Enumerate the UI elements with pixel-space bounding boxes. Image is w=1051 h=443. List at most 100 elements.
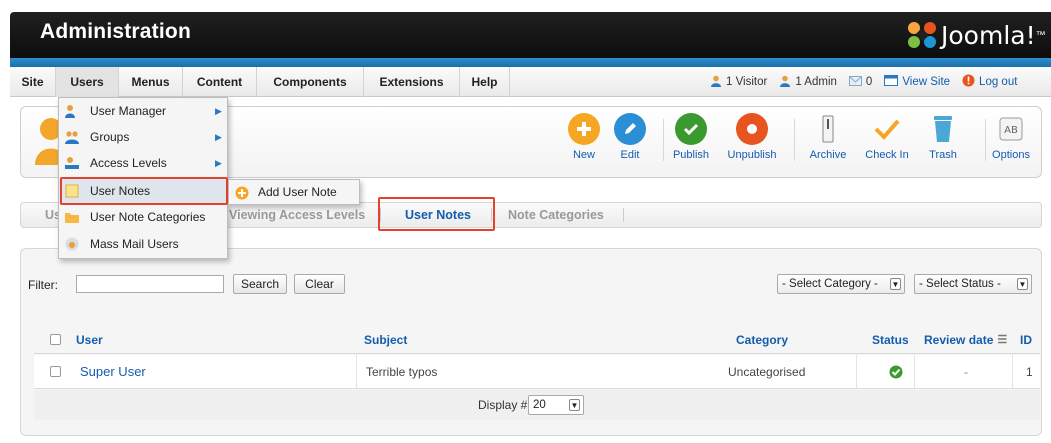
groups-icon	[65, 130, 79, 147]
access-levels-icon	[65, 156, 79, 173]
display-count-value: 20	[533, 399, 546, 411]
note-categories-icon	[65, 210, 79, 227]
publish-button[interactable]: Publish	[656, 113, 726, 161]
trash-label: Trash	[929, 149, 957, 161]
menubar: Site Users Menus Content Components Exte…	[10, 67, 1051, 97]
header-user[interactable]: User	[76, 326, 103, 353]
unpublish-icon	[736, 113, 768, 145]
admin-icon	[779, 75, 791, 90]
options-label: Options	[992, 149, 1030, 161]
display-count-select[interactable]: 20 ▼	[528, 395, 584, 415]
user-notes-tab-highlight	[378, 197, 495, 231]
menu-components[interactable]: Components	[257, 67, 364, 97]
status-area: 1 Visitor 1 Admin 0 View Site Log out	[710, 67, 1029, 97]
row-review-date: -	[964, 364, 968, 379]
chevron-right-icon: ▶	[215, 157, 222, 168]
select-all-checkbox[interactable]	[50, 326, 61, 353]
header-id[interactable]: ID	[1020, 326, 1032, 353]
publish-label: Publish	[672, 149, 710, 161]
chevron-down-icon: ▼	[1017, 278, 1028, 290]
clear-button[interactable]: Clear	[294, 274, 345, 294]
table-row: Super User Terrible typos Uncategorised …	[34, 355, 1040, 389]
add-user-note-item[interactable]: Add User Note	[258, 185, 337, 199]
edit-icon	[614, 113, 646, 145]
filter-input[interactable]	[76, 275, 224, 293]
joomla-logo-icon	[908, 22, 936, 48]
menu-item-access-levels[interactable]: Access Levels ▶	[59, 150, 227, 176]
category-select[interactable]: - Select Category - ▼	[777, 274, 905, 294]
logout-label: Log out	[979, 76, 1018, 88]
menu-content[interactable]: Content	[183, 67, 257, 97]
menu-item-user-note-categories[interactable]: User Note Categories	[59, 204, 227, 230]
admins-count: 1 Admin	[795, 76, 837, 88]
logo-trademark: ™	[1035, 29, 1046, 41]
header-review-date[interactable]: Review date ☰	[924, 326, 1007, 353]
visitors-count: 1 Visitor	[726, 76, 768, 88]
trash-button[interactable]: Trash	[908, 113, 978, 161]
table-footer: Display # 20 ▼	[34, 390, 1040, 420]
page-title: Administration	[40, 20, 191, 43]
menu-item-groups[interactable]: Groups ▶	[59, 124, 227, 150]
column-divider	[1012, 355, 1013, 388]
edit-label: Edit	[620, 149, 640, 161]
menu-item-mass-mail[interactable]: Mass Mail Users	[59, 231, 227, 257]
logout-link[interactable]: Log out	[962, 74, 1017, 90]
check-in-label: Check In	[865, 149, 909, 161]
chevron-right-icon: ▶	[215, 131, 222, 142]
tab-separator	[623, 208, 624, 222]
edit-button[interactable]: Edit	[595, 113, 665, 161]
unpublish-label: Unpublish	[727, 149, 777, 161]
view-site-label: View Site	[902, 76, 951, 88]
row-subject: Terrible typos	[366, 364, 438, 379]
access-levels-label: Access Levels	[90, 156, 167, 170]
options-icon: AB	[995, 113, 1027, 145]
header-subject[interactable]: Subject	[364, 326, 407, 353]
published-icon	[889, 365, 903, 378]
user-notes-menu-highlight	[60, 177, 228, 205]
display-label: Display #	[478, 398, 528, 412]
groups-label: Groups	[90, 130, 130, 144]
header-category[interactable]: Category	[736, 326, 788, 353]
tab-note-categories[interactable]: Note Categories	[508, 203, 604, 227]
visitor-icon	[710, 75, 722, 90]
joomla-logo: Joomla! ™	[905, 18, 1046, 52]
admins-status: 1 Admin	[779, 75, 837, 90]
logo-text: Joomla!	[941, 20, 1036, 50]
new-label: New	[572, 149, 595, 161]
row-user-link[interactable]: Super User	[80, 355, 146, 388]
menu-extensions[interactable]: Extensions	[364, 67, 460, 97]
sort-icon: ☰	[997, 334, 1008, 346]
visitors-status: 1 Visitor	[710, 75, 767, 90]
header-status[interactable]: Status	[872, 326, 909, 353]
menu-site[interactable]: Site	[10, 67, 56, 97]
messages-status[interactable]: 0	[848, 75, 873, 89]
user-notes-submenu: Add User Note	[228, 179, 360, 205]
category-select-value: - Select Category -	[782, 278, 878, 290]
column-divider	[914, 355, 915, 388]
table-header-row: User Subject Category Status Review date…	[34, 326, 1040, 354]
menu-help[interactable]: Help	[460, 67, 510, 97]
messages-count: 0	[865, 76, 873, 88]
unpublish-button[interactable]: Unpublish	[717, 113, 787, 161]
status-select-value: - Select Status -	[919, 278, 1001, 290]
trash-icon	[927, 113, 959, 145]
menu-users[interactable]: Users	[56, 67, 119, 97]
view-site-link[interactable]: View Site	[884, 75, 950, 89]
add-icon	[235, 186, 249, 203]
svg-text:AB: AB	[1004, 125, 1018, 136]
row-category: Uncategorised	[728, 364, 806, 379]
menu-menus[interactable]: Menus	[119, 67, 183, 97]
admin-header: Administration Joomla! ™	[10, 12, 1051, 58]
search-button[interactable]: Search	[233, 274, 287, 294]
mass-mail-icon	[65, 237, 79, 254]
status-select[interactable]: - Select Status - ▼	[914, 274, 1032, 294]
logout-icon	[962, 74, 975, 90]
row-status[interactable]	[889, 355, 903, 388]
row-checkbox[interactable]	[50, 355, 61, 388]
row-id: 1	[1026, 364, 1033, 379]
user-manager-icon	[65, 104, 79, 121]
tab-viewing-access-levels[interactable]: Viewing Access Levels	[229, 203, 365, 227]
check-in-icon	[871, 113, 903, 145]
options-button[interactable]: AB Options	[976, 113, 1046, 161]
menu-item-user-manager[interactable]: User Manager ▶	[59, 98, 227, 124]
